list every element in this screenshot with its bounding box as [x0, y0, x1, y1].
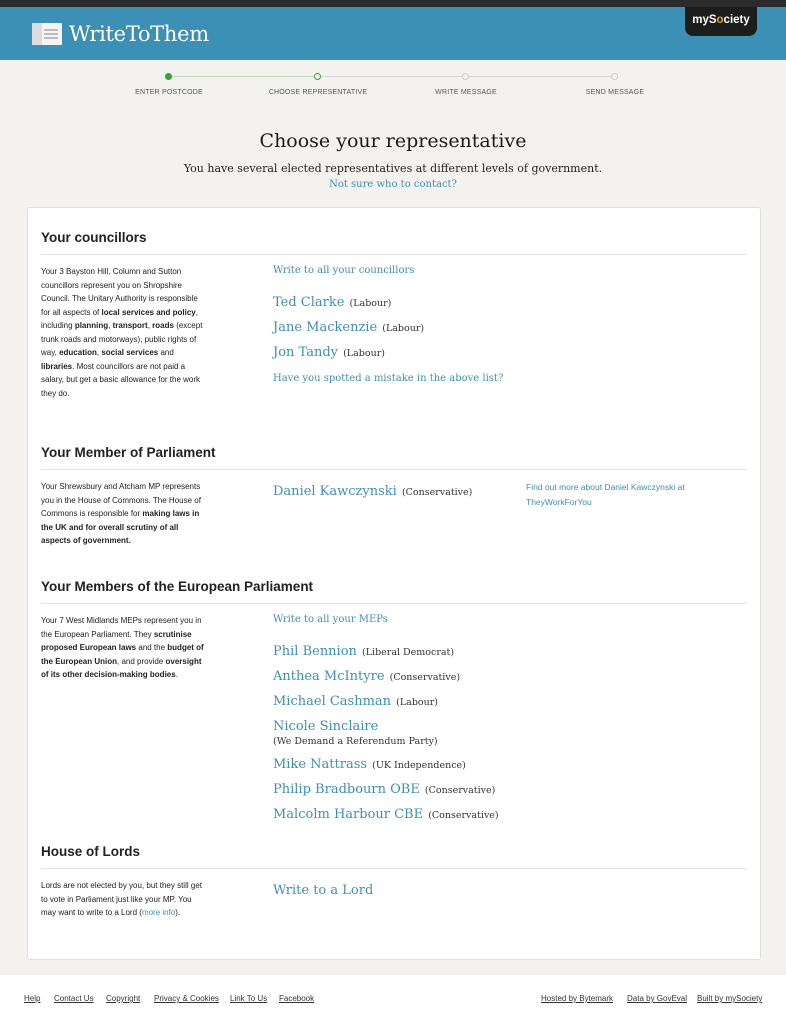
progress-track-active — [169, 76, 317, 77]
rep-party: (Conservative) — [401, 487, 473, 498]
footer-privacy-link[interactable]: Privacy & Cookies — [154, 994, 219, 1003]
desc-text: . — [175, 670, 178, 679]
meps-list: Write to all your MEPs Phil Bennion (Lib… — [273, 614, 499, 828]
rep-name-link[interactable]: Malcolm Harbour CBE — [273, 807, 423, 822]
more-info-link[interactable]: more info — [142, 908, 175, 917]
footer-help-link[interactable]: Help — [24, 994, 40, 1003]
desc-text: and the — [136, 643, 168, 652]
rep-party: (Labour) — [349, 298, 392, 309]
rep-entry: Jane Mackenzie (Labour) — [273, 316, 503, 335]
write-all-councillors-link[interactable]: Write to all your councillors — [273, 265, 503, 276]
step-dot — [462, 73, 469, 80]
rep-entry: Nicole Sinclaire (We Demand a Referendum … — [273, 715, 499, 747]
step-label: ENTER POSTCODE — [135, 89, 203, 96]
rep-name-link[interactable]: Michael Cashman — [273, 694, 391, 709]
not-sure-link[interactable]: Not sure who to contact? — [0, 179, 786, 190]
rep-entry: Ted Clarke (Labour) — [273, 291, 503, 310]
rep-party: (Conservative) — [389, 672, 461, 683]
step-dot-current — [314, 73, 321, 80]
mp-heading: Your Member of Parliament — [41, 445, 747, 470]
desc-bold: transport — [112, 321, 148, 330]
councillors-heading: Your councillors — [41, 230, 747, 255]
site-footer: Help Contact Us Copyright Privacy & Cook… — [0, 975, 786, 1024]
councillors-description: Your 3 Bayston Hill, Column and Sutton c… — [41, 265, 206, 400]
rep-party: (Labour) — [343, 348, 385, 359]
mysociety-text-o: o — [716, 14, 724, 26]
rep-party: (Liberal Democrat) — [362, 647, 455, 658]
footer-facebook-link[interactable]: Facebook — [279, 994, 314, 1003]
footer-contact-link[interactable]: Contact Us — [54, 994, 94, 1003]
footer-mysociety-link[interactable]: Built by mySociety — [697, 994, 762, 1003]
rep-name-link[interactable]: Jon Tandy — [273, 345, 338, 360]
rep-name-link[interactable]: Nicole Sinclaire — [273, 719, 378, 734]
report-mistake-link[interactable]: Have you spotted a mistake in the above … — [273, 373, 503, 384]
desc-bold: planning — [74, 321, 109, 330]
site-logo[interactable]: WriteToThem — [30, 17, 209, 51]
progress-steps: ENTER POSTCODE CHOOSE REPRESENTATIVE WRI… — [0, 60, 786, 122]
lords-description: Lords are not elected by you, but they s… — [41, 879, 206, 920]
rep-entry: Malcolm Harbour CBE (Conservative) — [273, 803, 499, 822]
rep-entry: Jon Tandy (Labour) — [273, 341, 503, 360]
step-label: CHOOSE REPRESENTATIVE — [268, 89, 368, 96]
step-label: SEND MESSAGE — [585, 89, 645, 96]
rep-name-link[interactable]: Philip Bradbourn OBE — [273, 782, 420, 797]
logo-text: WriteToThem — [69, 22, 209, 46]
rep-name-link[interactable]: Jane Mackenzie — [273, 320, 377, 335]
desc-bold: social services — [101, 348, 159, 357]
desc-bold: libraries — [41, 361, 73, 371]
lords-section: House of Lords Lords are not elected by … — [41, 844, 747, 917]
rep-name-link[interactable]: Ted Clarke — [273, 295, 344, 310]
rep-party: (Labour) — [396, 697, 439, 708]
rep-name-link[interactable]: Daniel Kawczynski — [273, 484, 397, 499]
representatives-card: Your councillors Your 3 Bayston Hill, Co… — [27, 207, 761, 960]
councillors-list: Write to all your councillors Ted Clarke… — [273, 265, 503, 384]
page-intro: You have several elected representatives… — [183, 162, 603, 175]
meps-heading: Your Members of the European Parliament — [41, 579, 747, 604]
desc-bold: education — [59, 348, 97, 357]
rep-entry: Michael Cashman (Labour) — [273, 690, 499, 709]
write-all-meps-link[interactable]: Write to all your MEPs — [273, 614, 499, 625]
mysociety-text-b: ciety — [723, 14, 750, 26]
desc-bold: local services and policy — [101, 307, 196, 317]
rep-party: (Conservative) — [424, 785, 496, 796]
mp-description: Your Shrewsbury and Atcham MP represents… — [41, 480, 206, 548]
meps-section: Your Members of the European Parliament … — [41, 579, 747, 822]
desc-bold: roads — [152, 321, 174, 330]
desc-text: and — [158, 348, 174, 357]
rep-party: (We Demand a Referendum Party) — [273, 736, 438, 747]
mysociety-text-a: myS — [692, 14, 717, 26]
councillors-section: Your councillors Your 3 Bayston Hill, Co… — [41, 230, 747, 398]
mp-entry: Daniel Kawczynski (Conservative) — [273, 480, 472, 505]
rep-entry: Phil Bennion (Liberal Democrat) — [273, 640, 499, 659]
top-strip — [0, 0, 786, 7]
lords-heading: House of Lords — [41, 844, 747, 869]
desc-text: , and provide — [117, 656, 166, 666]
desc-text: ). — [175, 908, 181, 917]
rep-entry: Philip Bradbourn OBE (Conservative) — [273, 778, 499, 797]
rep-name-link[interactable]: Anthea McIntyre — [273, 669, 385, 684]
footer-bytemark-link[interactable]: Hosted by Bytemark — [541, 994, 613, 1003]
mp-section: Your Member of Parliament Your Shrewsbur… — [41, 445, 747, 545]
rep-name-link[interactable]: Mike Nattrass — [273, 757, 367, 772]
rep-name-link[interactable]: Phil Bennion — [273, 644, 357, 659]
site-header: WriteToThem mySociety — [0, 7, 786, 60]
footer-goveval-link[interactable]: Data by GovEval — [627, 994, 687, 1003]
step-dot-done — [165, 73, 172, 80]
step-label: WRITE MESSAGE — [435, 89, 497, 96]
rep-party: (Conservative) — [428, 810, 499, 821]
envelope-icon — [30, 19, 63, 49]
lords-entry: Write to a Lord — [273, 879, 373, 904]
rep-entry: Mike Nattrass (UK Independence) — [273, 753, 499, 772]
theyworkforyou-link[interactable]: Find out more about Daniel Kawczynski at… — [526, 480, 726, 510]
rep-party: (Labour) — [382, 323, 425, 334]
meps-description: Your 7 West Midlands MEPs represent you … — [41, 614, 206, 682]
rep-party: (UK Independence) — [372, 760, 466, 771]
rep-entry: Anthea McIntyre (Conservative) — [273, 665, 499, 684]
step-dot — [611, 73, 618, 80]
page-title: Choose your representative — [259, 130, 527, 152]
footer-linktous-link[interactable]: Link To Us — [230, 994, 267, 1003]
footer-copyright-link[interactable]: Copyright — [106, 994, 140, 1003]
write-to-lord-link[interactable]: Write to a Lord — [273, 883, 373, 898]
mysociety-badge[interactable]: mySociety — [685, 7, 757, 36]
